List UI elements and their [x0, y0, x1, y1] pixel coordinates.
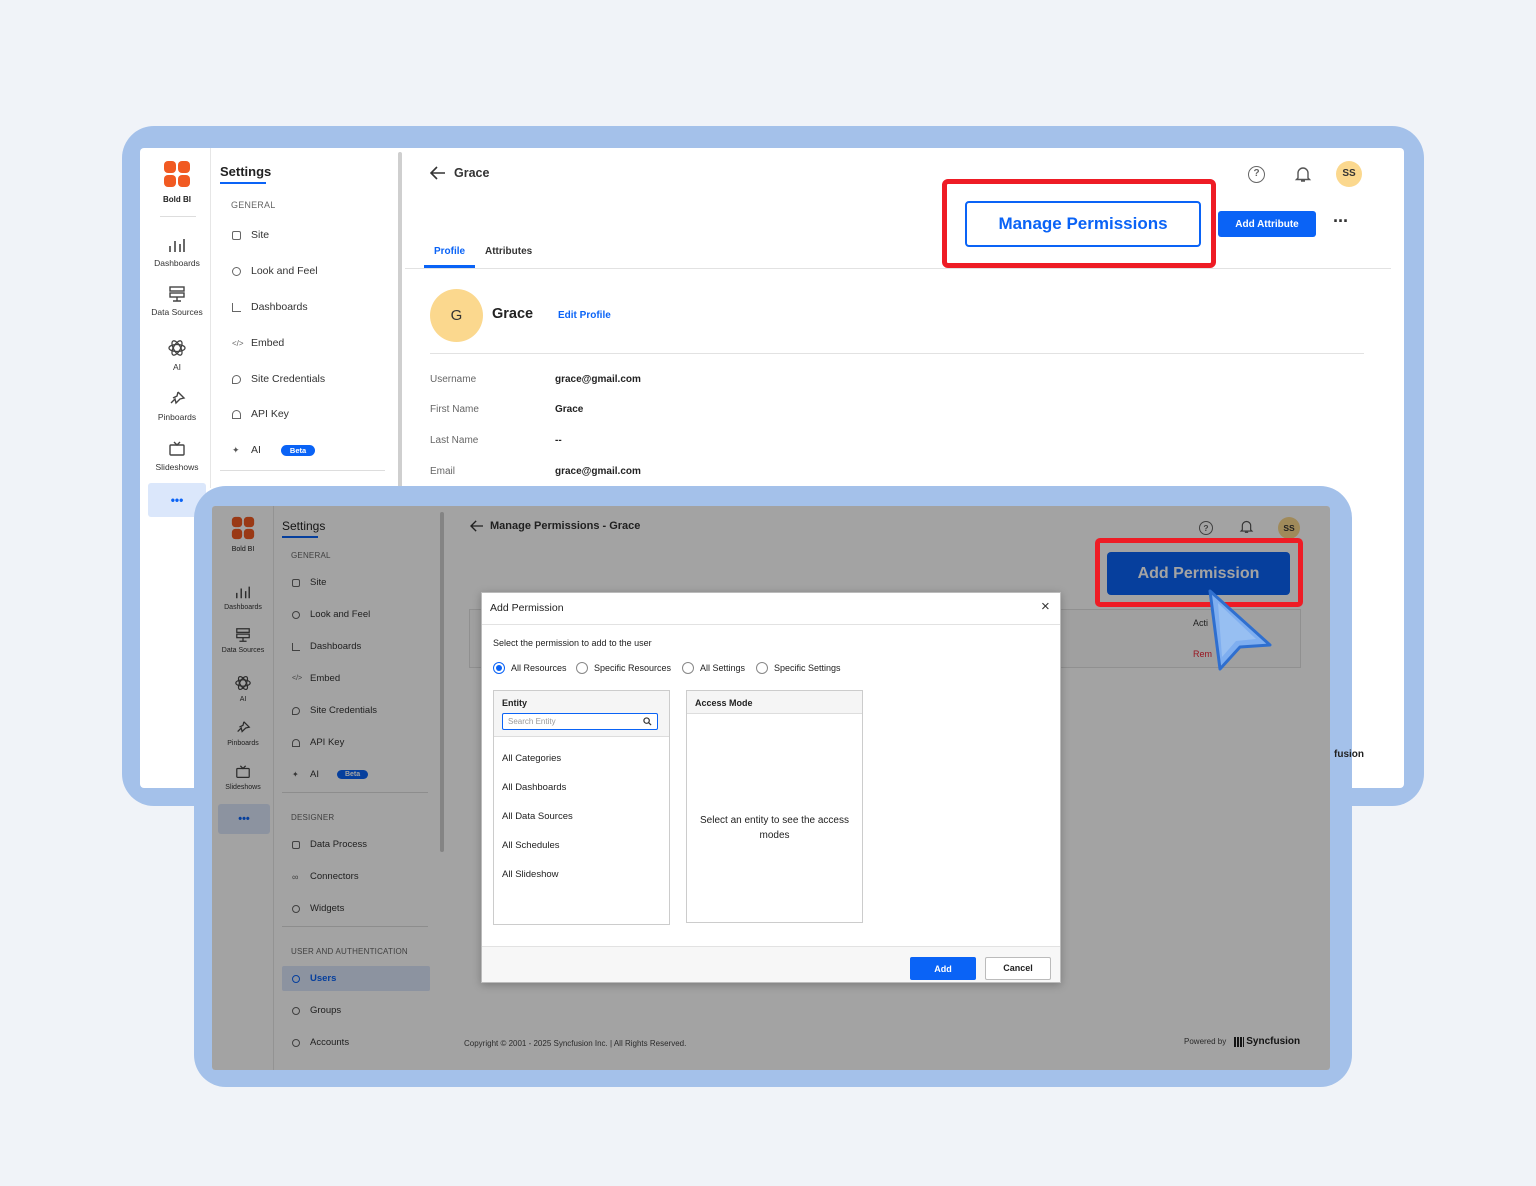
- radio-all-resources[interactable]: All Resources: [493, 662, 567, 674]
- chart-icon: [232, 302, 241, 312]
- rail-item-data-sources[interactable]: Data Sources: [148, 285, 206, 317]
- add-attribute-button[interactable]: Add Attribute: [1218, 211, 1316, 237]
- dialog-header-divider: [482, 624, 1060, 625]
- brand-logo[interactable]: Bold BI: [158, 160, 196, 204]
- dialog-prompt: Select the permission to add to the user: [493, 638, 652, 648]
- notifications-button[interactable]: [1294, 165, 1312, 188]
- entity-item-all-slideshow[interactable]: All Slideshow: [502, 869, 559, 880]
- access-mode-panel: [686, 690, 863, 923]
- section-general: GENERAL: [231, 200, 276, 210]
- rail-border: [210, 148, 211, 488]
- settings-title-underline: [220, 182, 266, 184]
- bell-icon: [1294, 167, 1312, 182]
- settings-item-dashboards[interactable]: Dashboards: [232, 301, 308, 313]
- entity-item-all-dashboards[interactable]: All Dashboards: [502, 782, 566, 793]
- field-value-email: grace@gmail.com: [555, 466, 641, 477]
- rail-item-dashboards[interactable]: Dashboards: [148, 236, 206, 268]
- field-label-username: Username: [430, 374, 477, 385]
- radio-icon: [576, 662, 588, 674]
- entity-item-all-categories[interactable]: All Categories: [502, 753, 561, 764]
- field-label-first-name: First Name: [430, 404, 479, 415]
- user-avatar[interactable]: SS: [1336, 161, 1362, 187]
- rail-divider: [160, 216, 196, 217]
- settings-item-embed[interactable]: </> Embed: [232, 337, 284, 349]
- entity-item-all-data-sources[interactable]: All Data Sources: [502, 811, 573, 822]
- help-icon: ?: [1253, 168, 1260, 179]
- profile-name: Grace: [492, 306, 534, 322]
- more-options-button[interactable]: ···: [1333, 211, 1349, 232]
- rail-item-pinboards[interactable]: Pinboards: [148, 390, 206, 422]
- dialog-add-button[interactable]: Add: [910, 957, 976, 980]
- sparkle-icon: ✦: [232, 444, 240, 455]
- bold-bi-logo-icon: [164, 161, 190, 187]
- tab-profile[interactable]: Profile: [434, 246, 465, 257]
- radio-all-settings[interactable]: All Settings: [682, 662, 745, 674]
- settings-title: Settings: [220, 164, 272, 179]
- settings-item-look-and-feel[interactable]: Look and Feel: [232, 265, 318, 277]
- help-button[interactable]: ?: [1248, 166, 1265, 183]
- atom-icon: [168, 340, 186, 356]
- radio-icon: [682, 662, 694, 674]
- datasource-icon: [169, 286, 185, 302]
- tab-attributes[interactable]: Attributes: [485, 246, 532, 257]
- radio-selected-icon: [493, 662, 505, 674]
- entity-search-box[interactable]: Search Entity: [502, 713, 658, 730]
- access-mode-hint: Select an entity to see the access modes: [700, 815, 849, 841]
- settings-divider: [220, 470, 385, 471]
- entity-item-all-schedules[interactable]: All Schedules: [502, 840, 560, 851]
- site-icon: [232, 230, 241, 240]
- radio-icon: [756, 662, 768, 674]
- back-footer-brand-fragment: fusion: [1334, 749, 1364, 760]
- brand-name: Bold BI: [163, 195, 191, 204]
- settings-item-site-credentials[interactable]: Site Credentials: [232, 373, 325, 385]
- tv-icon: [169, 441, 185, 456]
- chart-icon: [169, 239, 185, 252]
- entity-search-input: Search Entity: [508, 717, 556, 726]
- rail-item-slideshows[interactable]: Slideshows: [148, 440, 206, 472]
- manage-permissions-button[interactable]: Manage Permissions: [965, 201, 1201, 247]
- settings-item-api-key[interactable]: API Key: [232, 408, 289, 420]
- profile-divider: [430, 353, 1364, 354]
- field-label-email: Email: [430, 466, 456, 477]
- dialog-title: Add Permission: [490, 602, 564, 614]
- radio-specific-settings[interactable]: Specific Settings: [756, 662, 841, 674]
- page-title: Grace: [454, 166, 490, 180]
- field-value-first-name: Grace: [555, 404, 584, 415]
- settings-item-site[interactable]: Site: [232, 229, 269, 241]
- mouse-cursor-icon: [1208, 589, 1272, 671]
- field-value-username: grace@gmail.com: [555, 374, 641, 385]
- key-icon: [232, 374, 241, 384]
- search-icon: [643, 717, 652, 726]
- beta-badge: Beta: [280, 444, 316, 456]
- arrow-left-icon: [430, 166, 445, 180]
- profile-avatar: G: [430, 289, 483, 342]
- back-button[interactable]: Grace: [430, 166, 489, 180]
- dialog-cancel-button[interactable]: Cancel: [985, 957, 1051, 980]
- api-icon: [232, 409, 241, 419]
- radio-specific-resources[interactable]: Specific Resources: [576, 662, 671, 674]
- entity-header: Entity: [502, 698, 528, 708]
- field-label-last-name: Last Name: [430, 435, 479, 446]
- rail-item-ai[interactable]: AI: [148, 338, 206, 372]
- settings-scrollbar[interactable]: [398, 152, 402, 488]
- field-value-last-name: --: [555, 435, 562, 446]
- pin-icon: [170, 391, 186, 405]
- edit-profile-link[interactable]: Edit Profile: [558, 310, 611, 321]
- settings-item-ai[interactable]: ✦ AI Beta: [232, 444, 316, 456]
- access-mode-header: Access Mode: [695, 698, 753, 708]
- code-icon: </>: [232, 338, 244, 348]
- tabs-divider: [405, 268, 1391, 269]
- dialog-close-button[interactable]: ×: [1041, 598, 1050, 615]
- palette-icon: [232, 266, 241, 276]
